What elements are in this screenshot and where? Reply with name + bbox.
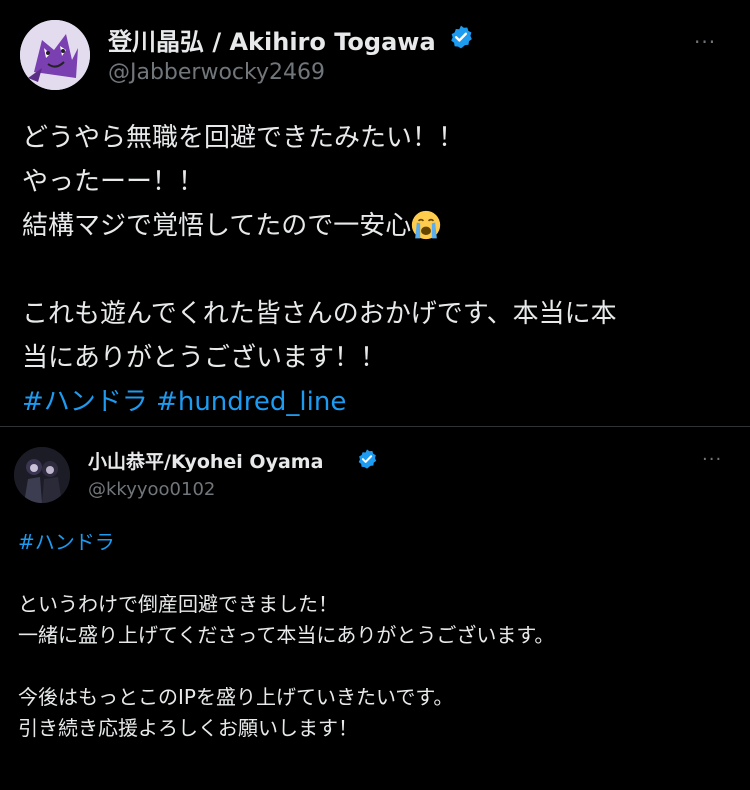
- avatar[interactable]: [14, 447, 70, 503]
- tweet-line: 引き続き応援よろしくお願いします！: [18, 716, 358, 740]
- hashtag-link[interactable]: #ハンドラ: [18, 527, 738, 558]
- tweet-line-text: 結構マジで覚悟してたので一安心: [22, 211, 412, 241]
- tweet-line: これも遊んでくれた皆さんのおかげです、本当に本: [22, 299, 617, 329]
- avatar-illustration-icon: [14, 447, 70, 503]
- hashtag-links[interactable]: #ハンドラ #hundred_line: [22, 380, 737, 424]
- verified-badge-icon: [451, 25, 472, 49]
- avatar[interactable]: [20, 20, 90, 90]
- display-name[interactable]: 小山恭平/Kyohei Oyama: [88, 447, 323, 474]
- user-handle[interactable]: @kkyyoo0102: [88, 479, 215, 500]
- tweet-text: どうやら無職を回避できたみたい！！ やったーー！！ 結構マジで覚悟してたので一安…: [22, 116, 737, 424]
- tweet-line: どうやら無職を回避できたみたい！！: [22, 123, 465, 153]
- loudly-crying-face-icon: [412, 210, 441, 240]
- user-handle[interactable]: @Jabberwocky2469: [108, 60, 325, 85]
- avatar-illustration-icon: [20, 20, 90, 90]
- tweet-text: #ハンドラ というわけで倒産回避できました！ 一緒に盛り上げてくださって本当にあ…: [18, 527, 738, 744]
- tweet-line: 当にありがとうございます！！: [22, 343, 387, 373]
- tweet-line: 一緒に盛り上げてくださって本当にありがとうございます。: [18, 623, 555, 647]
- tweet-line-with-emoji: 結構マジで覚悟してたので一安心: [22, 204, 737, 248]
- quoted-tweet-1[interactable]: 登川晶弘 / Akihiro Togawa ··· @Jabberwocky24…: [0, 0, 750, 426]
- verified-badge-icon: [358, 449, 377, 469]
- quoted-tweet-2[interactable]: 小山恭平/Kyohei Oyama ··· @kkyyoo0102 #ハンドラ …: [0, 427, 750, 790]
- display-name[interactable]: 登川晶弘 / Akihiro Togawa: [108, 22, 436, 57]
- tweet-line: というわけで倒産回避できました！: [18, 592, 338, 616]
- more-options-icon[interactable]: ···: [694, 30, 716, 54]
- more-options-icon[interactable]: ···: [702, 449, 722, 470]
- tweet-line: 今後はもっとこのIPを盛り上げていきたいです。: [18, 685, 454, 709]
- tweet-line: やったーー！！: [22, 167, 205, 197]
